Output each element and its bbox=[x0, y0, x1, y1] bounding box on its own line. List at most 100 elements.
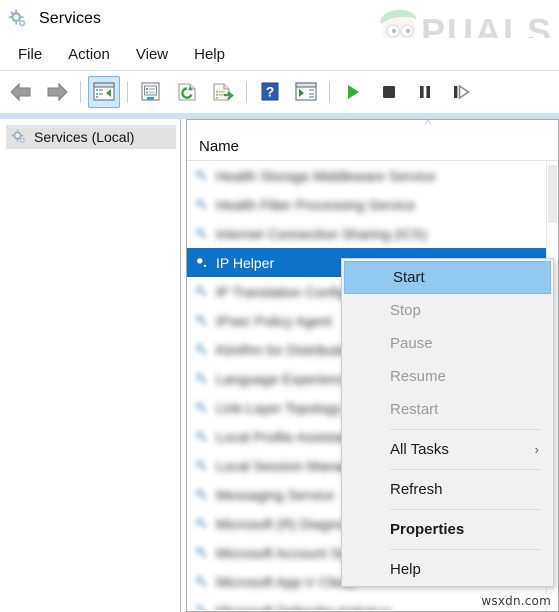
table-row[interactable]: Internet Connection Sharing (ICS) bbox=[187, 219, 558, 248]
context-menu-separator-3 bbox=[390, 509, 541, 510]
service-item-icon bbox=[195, 575, 208, 588]
sidebar-item-services-local[interactable]: Services (Local) bbox=[6, 125, 176, 149]
console-tree-pane: Services (Local) bbox=[0, 119, 181, 612]
show-hide-console-tree-button[interactable] bbox=[88, 76, 120, 108]
pause-service-icon bbox=[420, 86, 430, 98]
service-name: Health Filter Processing Service bbox=[216, 196, 416, 213]
show-action-pane-button[interactable] bbox=[290, 76, 322, 108]
show-action-pane-icon bbox=[295, 82, 317, 101]
ctx-resume-label: Resume bbox=[390, 368, 446, 385]
service-item-icon bbox=[195, 285, 208, 298]
service-item-icon bbox=[195, 169, 208, 182]
ctx-all-tasks-label: All Tasks bbox=[390, 441, 449, 458]
ctx-pause-label: Pause bbox=[390, 335, 433, 352]
help-icon: ? bbox=[261, 82, 279, 101]
show-hide-console-tree-icon bbox=[93, 82, 115, 101]
refresh-button[interactable] bbox=[171, 76, 203, 108]
service-item-icon bbox=[193, 254, 208, 269]
forward-arrow-icon bbox=[47, 82, 68, 102]
export-list-button[interactable] bbox=[207, 76, 239, 108]
stop-service-icon bbox=[383, 86, 395, 98]
menu-action[interactable]: Action bbox=[56, 42, 122, 67]
stop-service-button[interactable] bbox=[373, 76, 405, 108]
service-item-icon bbox=[195, 372, 208, 385]
ctx-stop-label: Stop bbox=[390, 302, 421, 319]
service-item-icon bbox=[195, 488, 208, 501]
context-menu: Start Stop Pause Resume Restart All Task… bbox=[341, 258, 554, 587]
scrollbar-thumb[interactable] bbox=[548, 165, 557, 223]
restart-service-icon bbox=[454, 84, 470, 100]
list-header: Name bbox=[187, 132, 558, 161]
service-item-icon bbox=[195, 430, 208, 443]
service-item-icon bbox=[195, 546, 208, 559]
title-bar: Services bbox=[0, 0, 559, 38]
ctx-refresh-label: Refresh bbox=[390, 481, 443, 498]
ctx-refresh[interactable]: Refresh bbox=[342, 473, 553, 506]
context-menu-separator-2 bbox=[390, 469, 541, 470]
properties-button[interactable] bbox=[135, 76, 167, 108]
services-gear-icon bbox=[11, 129, 26, 144]
start-service-button[interactable] bbox=[337, 76, 369, 108]
service-name: Microsoft Defender Antivirus bbox=[216, 603, 391, 611]
service-item-icon bbox=[195, 314, 208, 327]
service-name: IPsec Policy Agent bbox=[216, 312, 332, 329]
service-item-icon bbox=[195, 604, 204, 610]
menu-view[interactable]: View bbox=[124, 42, 180, 67]
ctx-pause[interactable]: Pause bbox=[342, 327, 553, 360]
ctx-help-label: Help bbox=[390, 561, 421, 578]
table-row[interactable]: Health Storage Middleware Service bbox=[187, 161, 558, 190]
back-arrow-button[interactable] bbox=[5, 76, 37, 108]
service-name: Health Storage Middleware Service bbox=[216, 167, 436, 184]
export-list-icon bbox=[213, 83, 234, 101]
service-item-icon bbox=[195, 198, 208, 211]
ctx-stop[interactable]: Stop bbox=[342, 294, 553, 327]
ctx-resume[interactable]: Resume bbox=[342, 360, 553, 393]
ctx-restart-label: Restart bbox=[390, 401, 439, 418]
sidebar-item-label: Services (Local) bbox=[34, 129, 135, 145]
window-title: Services bbox=[39, 10, 102, 27]
menu-bar: File Action View Help bbox=[0, 38, 559, 71]
ctx-properties[interactable]: Properties bbox=[342, 513, 553, 546]
service-item-icon bbox=[195, 227, 208, 240]
ascending-chevron-icon: ^ bbox=[425, 117, 432, 132]
pause-service-button[interactable] bbox=[409, 76, 441, 108]
ctx-start-label: Start bbox=[393, 269, 425, 286]
service-item-icon bbox=[195, 401, 208, 414]
ctx-all-tasks[interactable]: All Tasks › bbox=[342, 433, 553, 466]
site-watermark: wsxdn.com bbox=[479, 594, 553, 608]
help-button[interactable]: ? bbox=[254, 76, 286, 108]
service-name: Microsoft App-V Client bbox=[216, 573, 355, 590]
restart-service-button[interactable] bbox=[445, 76, 477, 108]
sort-indicator-strip: ^ bbox=[187, 117, 558, 132]
ctx-properties-label: Properties bbox=[390, 521, 465, 538]
menu-file[interactable]: File bbox=[6, 42, 54, 67]
refresh-icon bbox=[178, 83, 196, 101]
pane-splitter[interactable] bbox=[181, 119, 185, 612]
toolbar-separator-2 bbox=[127, 81, 128, 103]
services-window: Services PUALS File Action View Help ? S… bbox=[0, 0, 559, 612]
start-service-icon bbox=[348, 85, 359, 99]
service-name: Internet Connection Sharing (ICS) bbox=[216, 225, 427, 242]
menu-help[interactable]: Help bbox=[182, 42, 237, 67]
service-item-icon bbox=[195, 459, 208, 472]
ctx-start[interactable]: Start bbox=[344, 261, 551, 294]
context-menu-separator-1 bbox=[390, 429, 541, 430]
context-menu-separator-4 bbox=[390, 549, 541, 550]
submenu-chevron-right-icon: › bbox=[534, 442, 539, 457]
ctx-help[interactable]: Help bbox=[342, 553, 553, 586]
service-item-icon bbox=[195, 517, 208, 530]
back-arrow-icon bbox=[10, 82, 31, 102]
services-gear-icon bbox=[8, 9, 26, 27]
forward-arrow-button[interactable] bbox=[41, 76, 73, 108]
column-header-name[interactable]: Name bbox=[187, 138, 239, 155]
toolbar-separator-3 bbox=[246, 81, 247, 103]
toolbar-separator-1 bbox=[80, 81, 81, 103]
svg-text:?: ? bbox=[266, 84, 275, 100]
toolbar-separator-4 bbox=[329, 81, 330, 103]
properties-icon bbox=[141, 82, 160, 101]
table-row[interactable]: Health Filter Processing Service bbox=[187, 190, 558, 219]
service-name: Messaging Service bbox=[216, 486, 335, 503]
toolbar: ? bbox=[0, 71, 559, 114]
service-name: IP Helper bbox=[216, 254, 275, 271]
ctx-restart[interactable]: Restart bbox=[342, 393, 553, 426]
